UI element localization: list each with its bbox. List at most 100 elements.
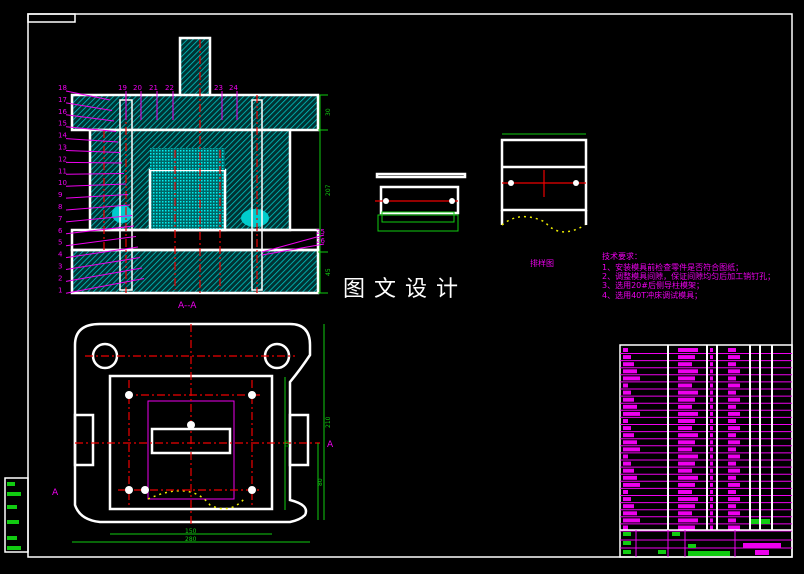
part-number-label: 1 (58, 286, 62, 294)
bom-cell (728, 525, 740, 530)
bom-cell (623, 454, 628, 459)
bom-cell (710, 518, 713, 523)
tech-req-item: 4、选用40T冲床调试模具； (602, 290, 702, 300)
bom-cell (623, 490, 628, 494)
tech-req-item: 1、安装模具前检查零件是否符合图纸； (602, 262, 743, 272)
bom-cell (678, 376, 695, 381)
bom-cell (678, 362, 692, 367)
section-view: 30 207 45 A--A 1817161514131211109876543… (58, 36, 332, 311)
bom-cell (728, 490, 736, 494)
bom-cell (623, 419, 628, 423)
part-number-label: 6 (58, 227, 63, 235)
bom-cell (728, 497, 740, 502)
bom-cell (728, 390, 736, 395)
bom-cell (728, 355, 740, 360)
bom-cell (623, 348, 628, 352)
part-number-label: 2 (58, 274, 62, 282)
bom-cell (728, 348, 736, 352)
leader-line (65, 161, 123, 164)
bom-cell (678, 475, 698, 480)
bom-cell (678, 504, 695, 509)
bom-cell (728, 468, 740, 473)
part-number-label: 26 (316, 237, 325, 245)
bom-cell (728, 376, 736, 381)
bom-cell (623, 511, 637, 516)
section-marker-left: A (52, 488, 59, 498)
bom-cell (728, 411, 740, 416)
bom-cell (728, 440, 740, 445)
bom-cell (728, 447, 736, 452)
bom-cell (710, 482, 713, 487)
bom-cell (710, 355, 713, 360)
bom-cell (710, 490, 713, 494)
plan-view: 150 280 210 80 10 A A (52, 322, 334, 543)
part-number-label: 9 (58, 191, 62, 199)
bom-cell (623, 475, 637, 480)
part-number-label: 23 (214, 84, 223, 92)
bom-cell (728, 482, 740, 487)
dim-section-bottom: 45 (325, 268, 332, 276)
bom-cell (623, 411, 640, 416)
bom-cell (623, 518, 640, 523)
part-number-label: 3 (58, 263, 62, 271)
bom-cell (710, 454, 713, 459)
part-number-label: 24 (229, 84, 238, 92)
tech-req-item: 3、选用20#后侧导柱模架； (602, 280, 704, 290)
part-number-label: 11 (58, 167, 67, 175)
bom-cell (728, 461, 736, 466)
bom-cell (623, 504, 634, 509)
part-number-label: 17 (58, 96, 67, 104)
bom-cell (678, 461, 695, 466)
bom-cell (710, 475, 713, 480)
bom-cell (710, 426, 713, 431)
bom-cell (678, 447, 692, 452)
part-number-label: 19 (118, 84, 127, 92)
part-number-label: 22 (165, 84, 174, 92)
bom-cell (678, 426, 692, 431)
bom-cell (678, 355, 695, 360)
bom-cell (623, 362, 634, 367)
svg-text:10: 10 (284, 440, 291, 448)
bom-cell (678, 511, 692, 516)
bom-cell (623, 376, 640, 381)
bom-cell (678, 454, 698, 459)
part-number-label: 7 (58, 215, 62, 223)
bom-cell (623, 433, 634, 438)
section-label: A--A (178, 301, 197, 311)
dim-section-height: 207 (325, 184, 332, 196)
bom-cell (710, 404, 713, 409)
bom-cell (678, 490, 692, 494)
bom-cell (710, 525, 713, 530)
bom-cell (678, 390, 698, 395)
bom-cell (678, 482, 695, 487)
bom-cell (728, 454, 740, 459)
bom-cell (710, 397, 713, 402)
bom-cell (623, 525, 628, 530)
bom-cell (678, 518, 698, 523)
bom-cell (710, 376, 713, 381)
bom-cell (678, 525, 695, 530)
bom-cell (623, 397, 634, 402)
bom-cell (678, 433, 698, 438)
bom-cell (710, 411, 713, 416)
cad-drawing: 30 207 45 A--A 1817161514131211109876543… (4, 13, 793, 558)
bom-cell (710, 390, 713, 395)
bom-cell (728, 518, 736, 523)
part-number-label: 8 (58, 203, 62, 211)
bom-cell (623, 461, 631, 466)
bom-cell (678, 397, 695, 402)
bom-cell (710, 511, 713, 516)
tech-req-heading: 技术要求： (602, 251, 642, 261)
bom-cell (623, 390, 631, 395)
bom-cell (728, 383, 740, 388)
bom-cell (728, 475, 736, 480)
part-number-label: 20 (133, 84, 142, 92)
part-number-label: 16 (58, 108, 67, 116)
bom-cell (710, 440, 713, 445)
part-number-label: 12 (58, 155, 67, 163)
bom-cell (678, 348, 698, 352)
bom-cell (710, 383, 713, 388)
bom-cell (728, 504, 736, 509)
bom-cell (710, 468, 713, 473)
bom-cell (678, 440, 695, 445)
